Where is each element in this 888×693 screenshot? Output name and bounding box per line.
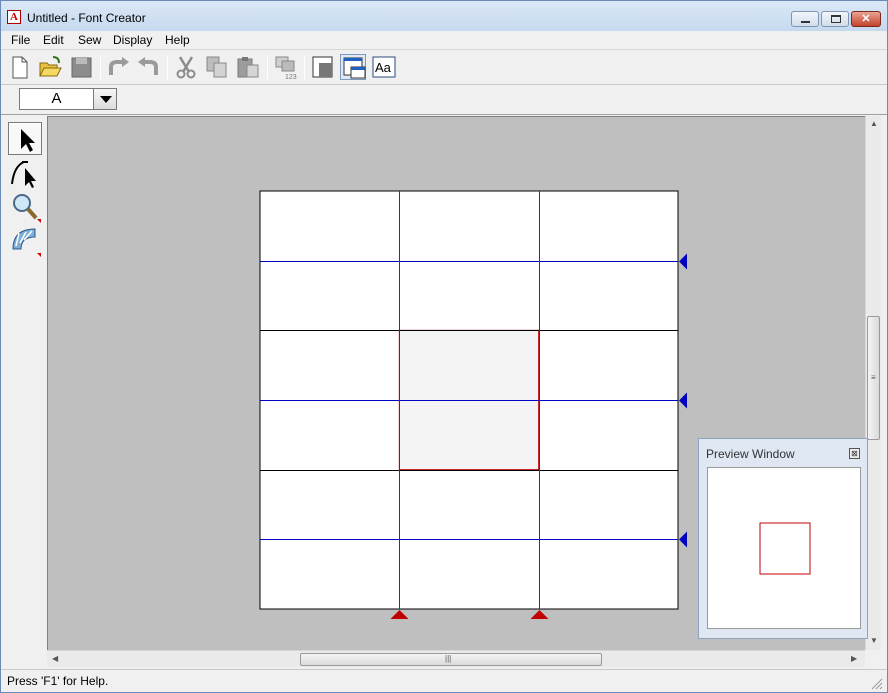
scroll-left-icon[interactable]: ◀ (52, 654, 58, 663)
close-icon: ✕ (861, 13, 871, 25)
column-marker-icon (390, 610, 409, 619)
menu-bar: File Edit Sew Display Help (1, 31, 887, 50)
maximize-icon (831, 15, 841, 23)
menu-display[interactable]: Display (113, 33, 152, 47)
zoom-magnifier-icon (13, 194, 41, 223)
menu-help[interactable]: Help (165, 33, 190, 47)
cut-button[interactable] (173, 54, 199, 80)
status-text: Press 'F1' for Help. (7, 674, 109, 688)
renumber-icon: 123 (275, 56, 297, 81)
toolbar-separator (267, 55, 268, 79)
zoom-tool[interactable] (8, 190, 42, 223)
undo-icon (109, 57, 129, 75)
tool-palette (5, 118, 46, 668)
scroll-down-icon[interactable]: ▼ (870, 636, 878, 645)
save-icon (71, 57, 92, 78)
stitch-tool[interactable] (8, 224, 42, 257)
font-preview-icon: Aa (372, 56, 396, 78)
window-layout-icon (343, 57, 366, 79)
frame-icon (312, 56, 333, 78)
character-toolbar: A (1, 85, 887, 115)
grip-icon: ≡ (871, 373, 876, 382)
character-value[interactable]: A (20, 89, 93, 109)
menu-file[interactable]: File (11, 33, 30, 47)
redo-button[interactable] (136, 54, 162, 80)
character-combo[interactable]: A (19, 88, 117, 110)
undo-button[interactable] (105, 54, 131, 80)
frame-button[interactable] (310, 54, 336, 80)
resize-grip-icon[interactable] (869, 676, 883, 690)
node-edit-tool[interactable] (8, 156, 42, 189)
toolbar-separator (304, 55, 305, 79)
menu-edit[interactable]: Edit (43, 33, 64, 47)
preview-title: Preview Window (706, 447, 795, 461)
guide-marker-icon (679, 531, 687, 548)
window-layout-button[interactable] (340, 54, 366, 80)
horizontal-scroll-thumb[interactable]: ||| (300, 653, 602, 666)
node-edit-icon (11, 161, 36, 188)
font-preview-button[interactable]: Aa (371, 54, 397, 80)
cut-icon (176, 56, 196, 79)
save-button[interactable] (68, 54, 94, 80)
title-bar[interactable]: A Untitled - Font Creator ✕ (1, 1, 887, 31)
toolbar-separator (167, 55, 168, 79)
guide-marker-icon (679, 253, 687, 270)
scroll-up-icon[interactable]: ▲ (870, 119, 878, 128)
chevron-down-icon (100, 96, 112, 103)
status-bar: Press 'F1' for Help. (1, 669, 887, 692)
select-arrow-icon (21, 129, 35, 152)
guide-marker-icon (679, 392, 687, 409)
svg-text:Aa: Aa (375, 60, 392, 75)
menu-sew[interactable]: Sew (78, 33, 101, 47)
minimize-icon (801, 21, 810, 23)
preview-close-icon[interactable]: ⊠ (849, 448, 860, 459)
paste-icon (237, 57, 259, 78)
main-toolbar: 123 Aa (1, 51, 887, 85)
app-window: A Untitled - Font Creator ✕ File Edit Se… (0, 0, 888, 693)
toolbar-separator (100, 55, 101, 79)
column-marker-icon (530, 610, 549, 619)
window-title: Untitled - Font Creator (27, 11, 146, 25)
new-button[interactable] (6, 54, 32, 80)
maximize-button[interactable] (821, 11, 849, 27)
character-dropdown-button[interactable] (93, 89, 116, 109)
copy-button[interactable] (204, 54, 230, 80)
scroll-right-icon[interactable]: ▶ (851, 654, 857, 663)
copy-icon (206, 56, 227, 78)
preview-canvas (707, 467, 861, 629)
horizontal-scrollbar[interactable]: ◀ ||| ▶ (47, 650, 865, 667)
renumber-button[interactable]: 123 (273, 54, 299, 81)
open-folder-icon (39, 56, 62, 77)
grip-icon: ||| (445, 654, 452, 663)
vertical-scroll-thumb[interactable]: ≡ (867, 316, 880, 440)
select-tool[interactable] (8, 122, 42, 155)
new-file-icon (12, 56, 28, 79)
app-icon[interactable]: A (7, 10, 21, 24)
close-button[interactable]: ✕ (851, 11, 881, 27)
redo-icon (138, 57, 158, 75)
svg-text:123: 123 (285, 74, 297, 80)
minimize-button[interactable] (791, 11, 819, 27)
preview-glyph (759, 522, 811, 575)
stitch-tool-icon (12, 228, 41, 257)
preview-window[interactable]: Preview Window ⊠ (698, 438, 868, 639)
paste-button[interactable] (235, 54, 261, 80)
open-button[interactable] (37, 54, 63, 80)
